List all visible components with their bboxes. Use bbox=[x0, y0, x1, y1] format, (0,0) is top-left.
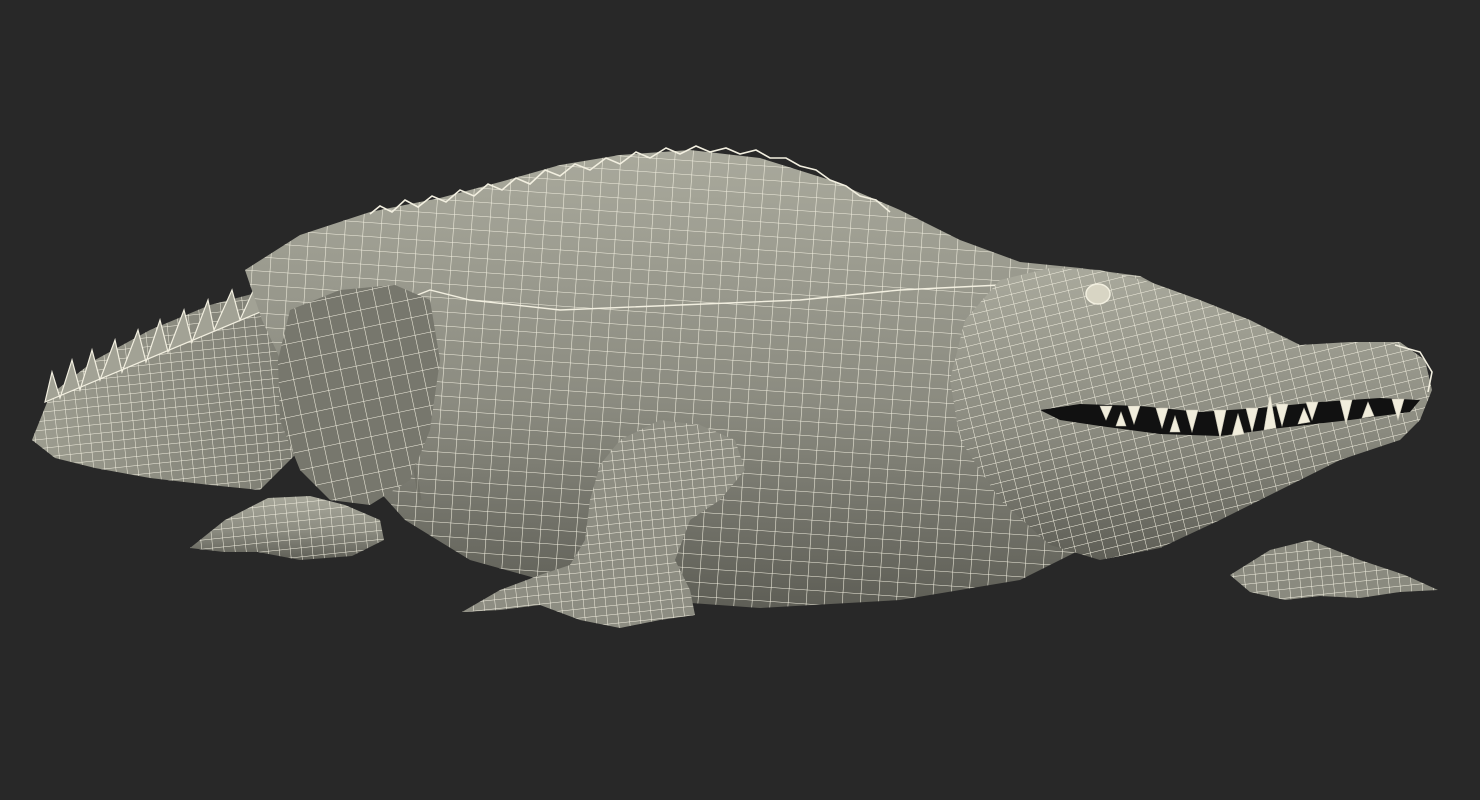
wireframe-render bbox=[0, 0, 1480, 800]
crocodile-eye bbox=[1085, 283, 1111, 305]
viewport bbox=[0, 0, 1480, 800]
